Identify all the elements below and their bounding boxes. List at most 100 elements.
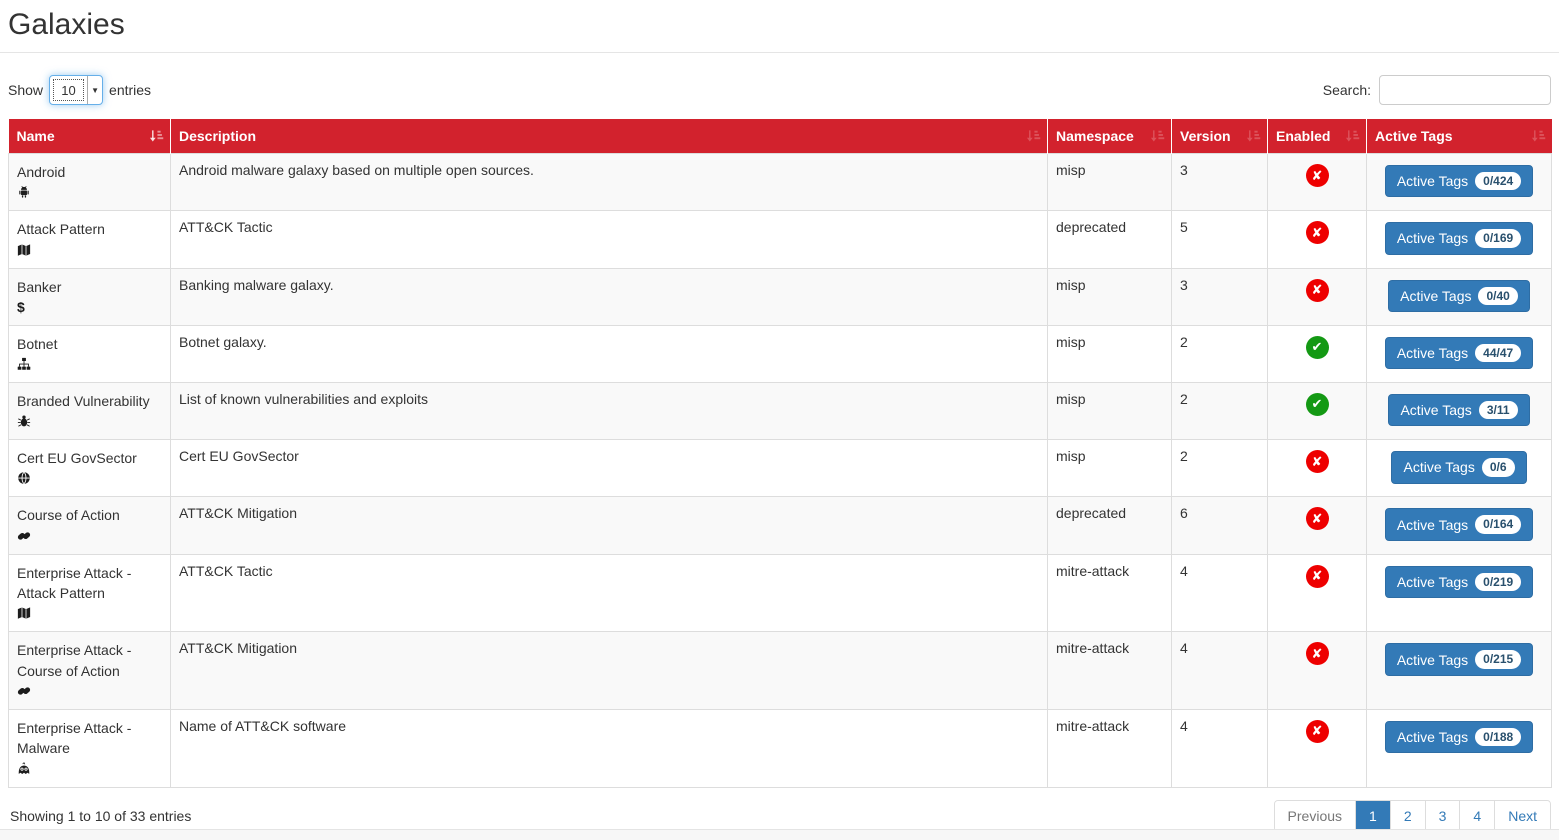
android-icon xyxy=(17,185,31,199)
sort-icon xyxy=(1026,129,1041,144)
times-circle-icon: ✘ xyxy=(1306,164,1329,187)
show-label: Show xyxy=(8,82,43,98)
monster-icon xyxy=(17,762,31,776)
galaxy-table-body: Android Android malware galaxy based on … xyxy=(9,154,1552,788)
link-icon xyxy=(17,529,31,543)
tags-count-badge: 3/11 xyxy=(1479,401,1518,419)
tags-count-badge: 0/6 xyxy=(1482,458,1515,476)
globe-icon xyxy=(17,471,31,485)
pagination-item-previous[interactable]: Previous xyxy=(1275,801,1355,831)
table-row: Android Android malware galaxy based on … xyxy=(9,154,1552,211)
column-header-description[interactable]: Description xyxy=(171,119,1048,154)
active-tags-button[interactable]: Active Tags 0/215 xyxy=(1385,643,1533,675)
active-tags-button[interactable]: Active Tags 0/219 xyxy=(1385,566,1533,598)
search-label: Search: xyxy=(1323,82,1371,98)
table-footer: Showing 1 to 10 of 33 entries Previous12… xyxy=(8,800,1551,832)
search-control: Search: xyxy=(1323,75,1551,105)
galaxy-description: Banking malware galaxy. xyxy=(171,268,1048,325)
title-divider xyxy=(0,52,1559,53)
galaxy-description: ATT&CK Mitigation xyxy=(171,497,1048,554)
galaxy-namespace: misp xyxy=(1048,268,1172,325)
tags-count-badge: 0/219 xyxy=(1475,573,1521,591)
pagination-item-next[interactable]: Next xyxy=(1494,801,1550,831)
map-icon xyxy=(17,606,31,620)
sitemap-icon xyxy=(17,357,31,371)
times-circle-icon: ✘ xyxy=(1306,221,1329,244)
table-controls: Show 10 ▼ entries Search: xyxy=(8,75,1551,105)
times-circle-icon: ✘ xyxy=(1306,507,1329,530)
galaxy-description: ATT&CK Tactic xyxy=(171,211,1048,268)
galaxy-namespace: misp xyxy=(1048,440,1172,497)
tags-count-badge: 0/169 xyxy=(1475,229,1521,247)
galaxy-namespace: misp xyxy=(1048,382,1172,439)
entries-info: Showing 1 to 10 of 33 entries xyxy=(8,808,191,824)
pagination: Previous1234Next xyxy=(1274,800,1551,832)
table-row: Enterprise Attack - Course of Action ATT… xyxy=(9,632,1552,710)
table-row: Course of Action ATT&CK Mitigation depre… xyxy=(9,497,1552,554)
sort-icon xyxy=(1246,129,1261,144)
galaxy-namespace: deprecated xyxy=(1048,211,1172,268)
pagination-item-3[interactable]: 3 xyxy=(1425,801,1460,831)
galaxy-name: Attack Pattern xyxy=(17,219,162,239)
sort-icon xyxy=(1531,129,1546,144)
galaxy-version: 2 xyxy=(1172,440,1268,497)
column-header-active-tags[interactable]: Active Tags xyxy=(1367,119,1552,154)
show-entries-select[interactable]: 10 ▼ xyxy=(49,75,103,105)
galaxy-description: ATT&CK Tactic xyxy=(171,554,1048,632)
galaxy-version: 4 xyxy=(1172,632,1268,710)
galaxy-name: Branded Vulnerability xyxy=(17,391,162,411)
galaxy-name: Cert EU GovSector xyxy=(17,448,162,468)
column-header-version[interactable]: Version xyxy=(1172,119,1268,154)
table-row: Enterprise Attack - Malware Name of ATT&… xyxy=(9,709,1552,787)
times-circle-icon: ✘ xyxy=(1306,450,1329,473)
column-header-namespace[interactable]: Namespace xyxy=(1048,119,1172,154)
times-circle-icon: ✘ xyxy=(1306,565,1329,588)
galaxy-namespace: misp xyxy=(1048,154,1172,211)
active-tags-button[interactable]: Active Tags 0/164 xyxy=(1385,508,1533,540)
page-bottom-bar xyxy=(0,829,1559,840)
galaxy-name: Android xyxy=(17,162,162,182)
galaxy-version: 4 xyxy=(1172,709,1268,787)
galaxy-name: Banker xyxy=(17,277,162,297)
active-tags-button[interactable]: Active Tags 0/169 xyxy=(1385,222,1533,254)
pagination-item-4[interactable]: 4 xyxy=(1459,801,1494,831)
entries-label: entries xyxy=(109,82,151,98)
times-circle-icon: ✘ xyxy=(1306,279,1329,302)
table-row: Enterprise Attack - Attack Pattern ATT&C… xyxy=(9,554,1552,632)
galaxy-description: Android malware galaxy based on multiple… xyxy=(171,154,1048,211)
active-tags-button[interactable]: Active Tags 0/6 xyxy=(1391,451,1526,483)
sort-icon xyxy=(1345,129,1360,144)
galaxy-version: 3 xyxy=(1172,268,1268,325)
galaxy-version: 5 xyxy=(1172,211,1268,268)
tags-count-badge: 0/188 xyxy=(1475,728,1521,746)
galaxy-name: Enterprise Attack - Attack Pattern xyxy=(17,563,162,604)
table-row: Banker $ Banking malware galaxy. misp 3 … xyxy=(9,268,1552,325)
times-circle-icon: ✘ xyxy=(1306,720,1329,743)
column-header-name[interactable]: Name xyxy=(9,119,171,154)
show-entries-value: 10 xyxy=(50,76,87,104)
active-tags-button[interactable]: Active Tags 0/40 xyxy=(1388,280,1530,312)
galaxy-namespace: mitre-attack xyxy=(1048,709,1172,787)
galaxy-description: Botnet galaxy. xyxy=(171,325,1048,382)
times-circle-icon: ✘ xyxy=(1306,642,1329,665)
galaxy-version: 2 xyxy=(1172,325,1268,382)
column-header-enabled[interactable]: Enabled xyxy=(1268,119,1367,154)
pagination-item-2[interactable]: 2 xyxy=(1390,801,1425,831)
pagination-item-1[interactable]: 1 xyxy=(1355,801,1390,831)
active-tags-button[interactable]: Active Tags 0/424 xyxy=(1385,165,1533,197)
tags-count-badge: 0/164 xyxy=(1475,515,1521,533)
galaxy-version: 4 xyxy=(1172,554,1268,632)
galaxy-name: Botnet xyxy=(17,334,162,354)
galaxy-name: Course of Action xyxy=(17,505,162,525)
galaxy-namespace: deprecated xyxy=(1048,497,1172,554)
search-input[interactable] xyxy=(1379,75,1551,105)
active-tags-button[interactable]: Active Tags 44/47 xyxy=(1385,337,1533,369)
table-row: Attack Pattern ATT&CK Tactic deprecated … xyxy=(9,211,1552,268)
galaxy-namespace: mitre-attack xyxy=(1048,632,1172,710)
galaxy-description: Cert EU GovSector xyxy=(171,440,1048,497)
active-tags-button[interactable]: Active Tags 3/11 xyxy=(1388,394,1529,426)
sort-icon xyxy=(1150,129,1165,144)
active-tags-button[interactable]: Active Tags 0/188 xyxy=(1385,721,1533,753)
galaxy-name: Enterprise Attack - Course of Action xyxy=(17,640,162,681)
galaxy-namespace: mitre-attack xyxy=(1048,554,1172,632)
